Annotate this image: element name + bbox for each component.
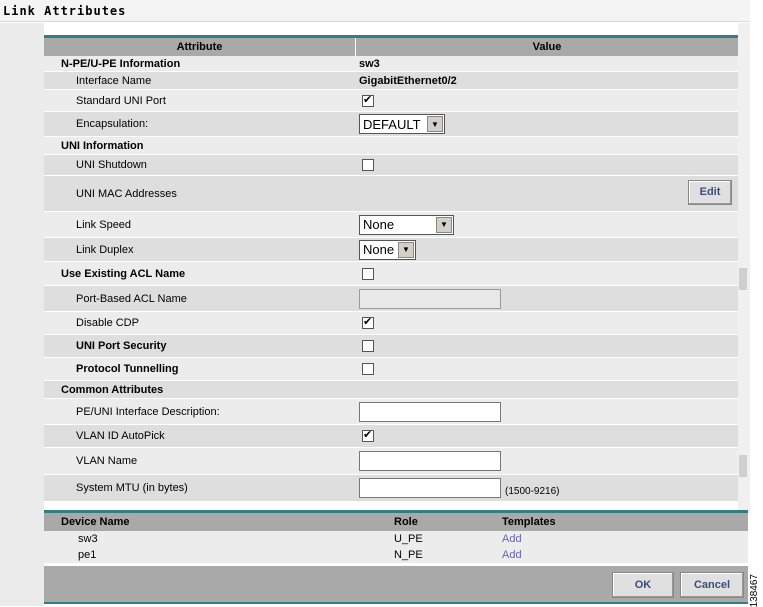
row-uni-mac: UNI MAC Addresses Edit: [44, 176, 738, 212]
row-vlan-autopick: VLAN ID AutoPick: [44, 425, 738, 448]
title-bar: Link Attributes: [0, 0, 750, 22]
devices-header: Device Name Role Templates: [44, 513, 748, 531]
add-template-link[interactable]: Add: [502, 549, 522, 561]
protocol-tunnelling-checkbox[interactable]: [362, 363, 374, 375]
port-based-acl-input[interactable]: [359, 288, 501, 309]
header-attribute: Attribute: [44, 38, 356, 56]
uni-shutdown-label: UNI Shutdown: [76, 159, 147, 171]
pe-uni-desc-input[interactable]: [359, 401, 501, 422]
disable-cdp-checkbox[interactable]: [362, 315, 374, 329]
system-mtu-hint: (1500-9216): [505, 485, 560, 497]
standard-uni-port-label: Standard UNI Port: [76, 94, 166, 107]
add-template-link[interactable]: Add: [502, 533, 522, 545]
figure-id: 138467: [749, 574, 760, 607]
encapsulation-value: DEFAULT: [363, 116, 421, 132]
section-npe-label: N-PE/U-PE Information: [61, 57, 181, 70]
table-header: Attribute Value: [44, 38, 738, 56]
section-uni: UNI Information: [44, 137, 738, 155]
header-value: Value: [532, 41, 562, 53]
link-speed-value: None: [363, 217, 395, 232]
port-based-acl-label: Port-Based ACL Name: [76, 292, 187, 305]
row-uni-port-security: UNI Port Security: [44, 335, 738, 358]
uni-mac-label: UNI MAC Addresses: [76, 187, 177, 200]
vlan-autopick-label: VLAN ID AutoPick: [76, 430, 165, 442]
edit-mac-button[interactable]: Edit: [688, 180, 732, 205]
dropdown-arrow-icon: ▼: [436, 216, 452, 233]
table-row: pe1 N_PE Add: [44, 547, 748, 563]
encapsulation-label: Encapsulation:: [76, 118, 149, 130]
row-vlan-name: VLAN Name: [44, 448, 738, 475]
row-system-mtu: System MTU (in bytes) (1500-9216): [44, 475, 738, 502]
row-use-existing-acl: Use Existing ACL Name: [44, 262, 738, 286]
table-row: sw3 U_PE Add: [44, 531, 748, 547]
interface-name-value: GigabitEthernet0/2: [359, 74, 457, 87]
system-mtu-input[interactable]: [359, 478, 501, 498]
disable-cdp-label: Disable CDP: [76, 317, 139, 329]
row-link-speed: Link Speed None ▼: [44, 212, 738, 238]
row-disable-cdp: Disable CDP: [44, 312, 738, 335]
row-standard-uni-port: Standard UNI Port: [44, 90, 738, 112]
header-device-name: Device Name: [61, 516, 130, 528]
row-protocol-tunnelling: Protocol Tunnelling: [44, 358, 738, 381]
row-pe-uni-desc: PE/UNI Interface Description:: [44, 399, 738, 425]
dropdown-arrow-icon: ▼: [427, 116, 443, 132]
device-role: N_PE: [394, 549, 423, 561]
window-title: Link Attributes: [3, 4, 127, 18]
devices-panel: Device Name Role Templates sw3 U_PE Add …: [44, 510, 748, 563]
scroll-marker: [739, 268, 747, 290]
button-footer: OK Cancel: [44, 566, 748, 604]
row-uni-shutdown: UNI Shutdown: [44, 155, 738, 176]
link-speed-select[interactable]: None ▼: [359, 214, 454, 235]
scroll-marker: [739, 455, 747, 477]
attributes-panel: Attribute Value N-PE/U-PE Information sw…: [44, 35, 738, 502]
vlan-name-label: VLAN Name: [76, 455, 138, 467]
uni-port-security-label: UNI Port Security: [76, 340, 167, 352]
section-common: Common Attributes: [44, 381, 738, 399]
use-existing-acl-label: Use Existing ACL Name: [61, 267, 186, 280]
uni-port-security-checkbox[interactable]: [362, 340, 374, 352]
header-templates: Templates: [502, 516, 556, 528]
use-existing-acl-checkbox[interactable]: [362, 267, 374, 280]
link-duplex-value: None: [363, 242, 395, 257]
interface-name-label: Interface Name: [76, 74, 152, 87]
cancel-button[interactable]: Cancel: [680, 572, 744, 598]
npe-device-value: sw3: [359, 57, 380, 70]
vlan-autopick-checkbox[interactable]: [362, 428, 374, 442]
uni-shutdown-checkbox[interactable]: [362, 159, 374, 171]
device-role: U_PE: [394, 533, 423, 545]
row-link-duplex: Link Duplex None ▼: [44, 238, 738, 262]
link-duplex-label: Link Duplex: [76, 243, 134, 256]
pe-uni-desc-label: PE/UNI Interface Description:: [76, 405, 220, 418]
section-common-label: Common Attributes: [61, 383, 164, 396]
link-speed-label: Link Speed: [76, 218, 132, 231]
device-name: sw3: [78, 533, 98, 545]
link-duplex-select[interactable]: None ▼: [359, 239, 416, 260]
section-npe: N-PE/U-PE Information sw3: [44, 56, 738, 72]
system-mtu-label: System MTU (in bytes): [76, 482, 188, 494]
row-port-based-acl: Port-Based ACL Name: [44, 286, 738, 312]
device-name: pe1: [78, 549, 97, 561]
dropdown-arrow-icon: ▼: [398, 241, 414, 258]
encapsulation-select[interactable]: DEFAULT ▼: [359, 114, 445, 134]
vlan-name-input[interactable]: [359, 451, 501, 471]
standard-uni-port-checkbox[interactable]: [362, 93, 374, 107]
row-encapsulation: Encapsulation: DEFAULT ▼: [44, 112, 738, 137]
row-interface-name: Interface Name GigabitEthernet0/2: [44, 72, 738, 90]
ok-button[interactable]: OK: [612, 572, 674, 598]
protocol-tunnelling-label: Protocol Tunnelling: [76, 363, 179, 375]
header-role: Role: [394, 516, 418, 528]
left-margin: [0, 23, 44, 606]
section-uni-label: UNI Information: [61, 139, 144, 152]
